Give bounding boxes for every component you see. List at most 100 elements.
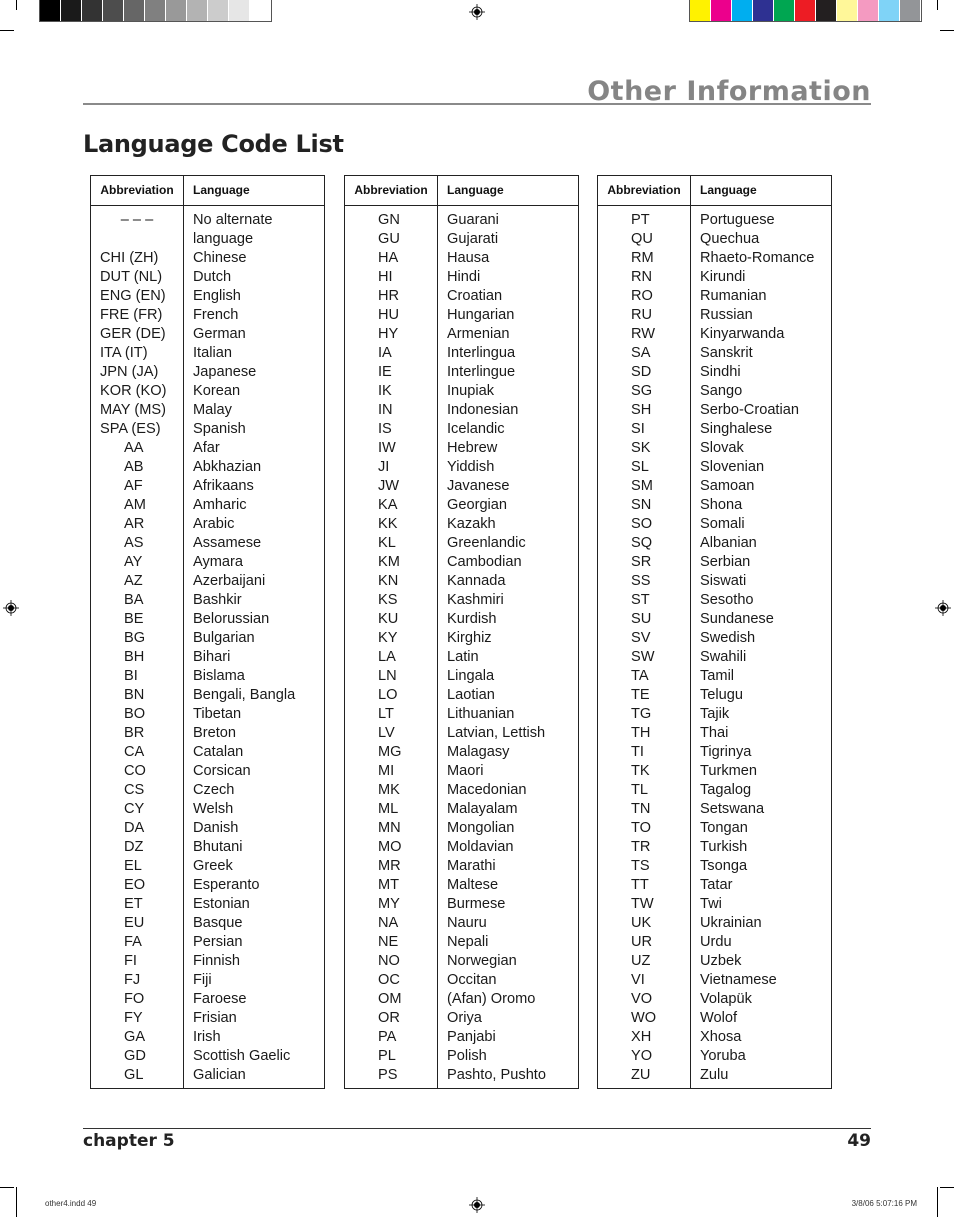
language-name: Irish — [193, 1029, 221, 1045]
language-abbreviation: PA — [378, 1029, 397, 1045]
language-name: Setswana — [700, 801, 765, 817]
language-abbreviation: ENG (EN) — [100, 288, 166, 304]
table-header: Abbreviation Language — [91, 176, 324, 206]
slug-filename: other4.indd 49 — [45, 1199, 97, 1208]
language-abbreviation: ITA (IT) — [100, 345, 148, 361]
language-abbreviation: DZ — [124, 839, 144, 855]
registration-mark-icon — [469, 4, 485, 20]
language-name: Occitan — [447, 972, 497, 988]
language-name: Macedonian — [447, 782, 527, 798]
language-name: Tibetan — [193, 706, 242, 722]
language-name: Tigrinya — [700, 744, 752, 760]
language-abbreviation: AS — [124, 535, 144, 551]
language-abbreviation: OR — [378, 1010, 400, 1026]
language-abbreviation: MI — [378, 763, 395, 779]
crop-mark — [940, 1187, 954, 1188]
language-abbreviation: TL — [631, 782, 649, 798]
language-abbreviation: LT — [378, 706, 394, 722]
color-swatch — [208, 0, 229, 21]
language-name: Hungarian — [447, 307, 515, 323]
language-name: Zulu — [700, 1067, 729, 1083]
column-header-language: Language — [700, 183, 757, 197]
language-name: Bengali, Bangla — [193, 687, 296, 703]
language-abbreviation: CA — [124, 744, 145, 760]
language-name: Tagalog — [700, 782, 752, 798]
language-abbreviation: AB — [124, 459, 144, 475]
language-name: Hausa — [447, 250, 490, 266]
process-color-bar — [689, 0, 922, 22]
language-name: Quechua — [700, 231, 760, 247]
language-abbreviation: IK — [378, 383, 392, 399]
language-name: Norwegian — [447, 953, 517, 969]
language-abbreviation: TR — [631, 839, 651, 855]
language-abbreviation: PS — [378, 1067, 398, 1083]
language-abbreviation: MG — [378, 744, 402, 760]
color-swatch — [774, 0, 795, 21]
language-abbreviation: RW — [631, 326, 656, 342]
language-name: Kazakh — [447, 516, 496, 532]
table-header: Abbreviation Language — [345, 176, 578, 206]
language-name: Vietnamese — [700, 972, 777, 988]
language-name: Scottish Gaelic — [193, 1048, 291, 1064]
color-swatch — [879, 0, 900, 21]
language-name: Urdu — [700, 934, 732, 950]
language-name: Polish — [447, 1048, 487, 1064]
language-abbreviation: OC — [378, 972, 400, 988]
language-abbreviation: MN — [378, 820, 401, 836]
language-name: Rumanian — [700, 288, 767, 304]
language-abbreviation: SV — [631, 630, 651, 646]
language-name: Rhaeto-Romance — [700, 250, 815, 266]
language-name: Albanian — [700, 535, 757, 551]
language-abbreviation: BH — [124, 649, 145, 665]
language-name: Sango — [700, 383, 743, 399]
language-name: Greenlandic — [447, 535, 526, 551]
color-swatch — [690, 0, 711, 21]
language-name: Faroese — [193, 991, 247, 1007]
language-abbreviation: CO — [124, 763, 146, 779]
language-abbreviation: FRE (FR) — [100, 307, 163, 323]
color-swatch — [145, 0, 166, 21]
language-abbreviation: DUT (NL) — [100, 269, 163, 285]
language-abbreviation: TO — [631, 820, 652, 836]
language-abbreviation: TK — [631, 763, 650, 779]
language-name: French — [193, 307, 239, 323]
language-code-table-1: Abbreviation Language – – – CHI (ZH) DUT (… — [90, 175, 325, 1089]
language-abbreviation: SU — [631, 611, 652, 627]
page-title: Language Code List — [83, 130, 344, 158]
language-name: Hebrew — [447, 440, 498, 456]
language-name: Afrikaans — [193, 478, 254, 494]
column-header-abbreviation: Abbreviation — [598, 176, 691, 205]
language-abbreviation: SS — [631, 573, 651, 589]
language-name: Icelandic — [447, 421, 505, 437]
language-abbreviation: SL — [631, 459, 649, 475]
language-abbreviation: TA — [631, 668, 649, 684]
registration-mark-icon — [935, 600, 951, 616]
language-abbreviation: NE — [378, 934, 399, 950]
color-swatch — [61, 0, 82, 21]
color-swatch — [732, 0, 753, 21]
language-name: Russian — [700, 307, 753, 323]
language-name: Yiddish — [447, 459, 495, 475]
language-abbreviation: EO — [124, 877, 146, 893]
language-name: Arabic — [193, 516, 235, 532]
language-abbreviation: MT — [378, 877, 400, 893]
language-abbreviation: CS — [124, 782, 145, 798]
language-abbreviation: KA — [378, 497, 398, 513]
language-abbreviation: ZU — [631, 1067, 651, 1083]
language-name: Afar — [193, 440, 220, 456]
language-name: Shona — [700, 497, 743, 513]
crop-mark — [937, 0, 938, 10]
language-abbreviation: IW — [378, 440, 396, 456]
language-abbreviation: JPN (JA) — [100, 364, 159, 380]
color-swatch — [229, 0, 250, 21]
language-abbreviation: MO — [378, 839, 402, 855]
language-abbreviation: JW — [378, 478, 400, 494]
language-name: Maori — [447, 763, 484, 779]
language-abbreviation: OM — [378, 991, 402, 1007]
language-name: Interlingue — [447, 364, 516, 380]
language-abbreviation: LV — [378, 725, 395, 741]
language-abbreviation: KK — [378, 516, 398, 532]
language-abbreviation: SH — [631, 402, 652, 418]
language-abbreviation: NA — [378, 915, 399, 931]
language-name: Malayalam — [447, 801, 518, 817]
